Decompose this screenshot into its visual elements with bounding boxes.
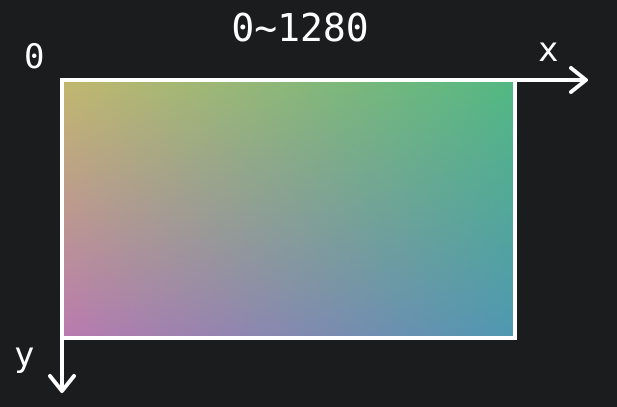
y-axis-label: y xyxy=(14,335,35,375)
gradient-fill-top xyxy=(62,80,515,338)
x-range-label: 0~1280 xyxy=(231,6,369,50)
origin-label: 0 xyxy=(24,37,45,77)
diagram-canvas xyxy=(48,66,588,393)
x-axis-label: x xyxy=(538,30,559,70)
coordinate-diagram: 0~1280 0 x y xyxy=(0,0,617,407)
